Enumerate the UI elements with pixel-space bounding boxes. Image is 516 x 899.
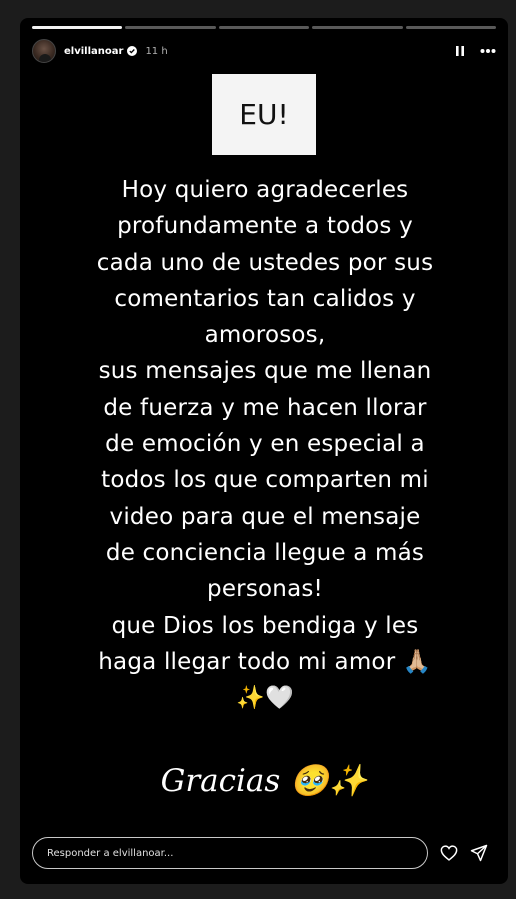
heart-icon[interactable] [440, 845, 458, 861]
gracias-text: Gracias 🥹✨ [160, 763, 368, 799]
story-message: Hoy quiero agradecerles profundamente a … [96, 177, 434, 712]
more-icon[interactable] [480, 48, 496, 54]
reply-input[interactable] [32, 837, 428, 869]
progress-segment [312, 26, 403, 29]
reply-bar [32, 836, 496, 870]
story-header: elvillanoar 11 h [32, 38, 496, 64]
username[interactable]: elvillanoar [64, 46, 123, 57]
avatar[interactable] [32, 39, 56, 63]
eu-text: EU! [239, 98, 289, 131]
story-progress-bar [32, 26, 497, 29]
progress-segment [32, 26, 123, 29]
header-controls [454, 45, 496, 57]
eu-sticker: EU! [212, 74, 316, 155]
progress-segment [218, 26, 310, 29]
send-icon[interactable] [470, 844, 488, 862]
progress-segment [125, 26, 216, 29]
story-viewer[interactable]: elvillanoar 11 h EU! Hoy quiero agradece… [20, 18, 508, 884]
post-time: 11 h [145, 45, 168, 57]
verified-badge-icon [127, 46, 138, 56]
pause-icon[interactable] [454, 45, 466, 57]
progress-segment [405, 26, 497, 29]
